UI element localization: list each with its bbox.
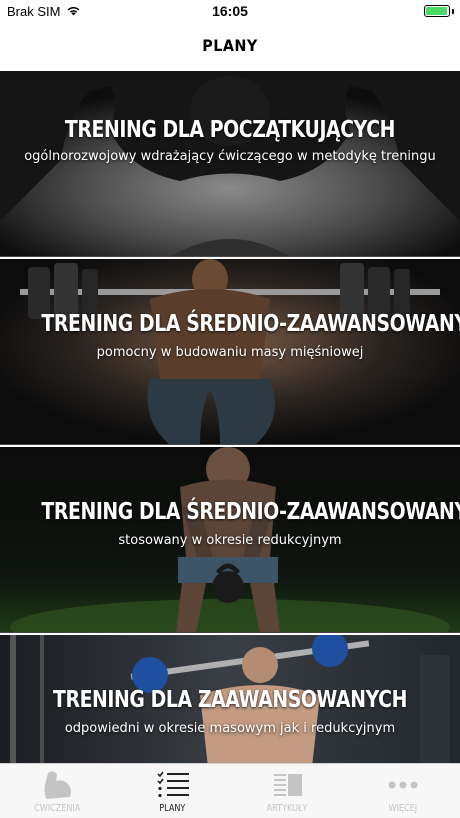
battery-icon [424,5,450,17]
plans-list[interactable]: TRENING DLA POCZĄTKUJĄCYCH ogólnorozwojo… [0,71,460,763]
plan-description: stosowany w okresie redukcyjnym [118,533,342,548]
tab-label: PLANY [159,803,186,814]
plan-title: TRENING DLA POCZĄTKUJĄCYCH [64,117,396,143]
navigation-bar: PLANY [0,24,460,71]
more-dots-icon [383,768,423,802]
tab-more[interactable]: WIĘCEJ [345,764,460,818]
tab-articles[interactable]: ARTYKUŁY [230,764,345,818]
plan-card-intermediate-mass[interactable]: TRENING DLA ŚREDNIO-ZAAWANSOWANYCH pomoc… [0,259,460,445]
plan-description: odpowiedni w okresie masowym jak i reduk… [64,721,396,736]
plan-card-beginner[interactable]: TRENING DLA POCZĄTKUJĄCYCH ogólnorozwojo… [0,71,460,257]
status-bar: Brak SIM 16:05 [0,0,460,24]
battery-fill [426,7,447,15]
plan-title: TRENING DLA ŚREDNIO-ZAAWANSOWANYCH [41,311,460,337]
tab-plans[interactable]: PLANY [115,764,230,818]
plan-card-intermediate-reduction[interactable]: TRENING DLA ŚREDNIO-ZAAWANSOWANYCH stoso… [0,447,460,633]
tab-label: ARTYKUŁY [267,803,308,814]
articles-icon [268,768,308,802]
plan-card-advanced[interactable]: TRENING DLA ZAAWANSOWANYCH odpowiedni w … [0,635,460,763]
plan-description: pomocny w budowaniu masy mięśniowej [96,345,364,360]
plan-title: TRENING DLA ZAAWANSOWANYCH [52,687,408,713]
tab-label: WIĘCEJ [388,803,417,814]
tab-exercises[interactable]: ĆWICZENIA [0,764,115,818]
tab-label: ĆWICZENIA [34,803,81,814]
plan-title: TRENING DLA ŚREDNIO-ZAAWANSOWANYCH [41,499,460,525]
battery-tip [452,8,454,14]
page-title: PLANY [202,36,258,55]
flexed-arm-icon [38,768,78,802]
checklist-icon [153,768,193,802]
plan-description: ogólnorozwojowy wdrażający ćwiczącego w … [24,149,436,164]
tab-bar: ĆWICZENIA PLANY ARTYKUŁY WIĘCEJ [0,763,460,818]
battery-indicator [424,5,454,17]
clock: 16:05 [212,3,248,19]
